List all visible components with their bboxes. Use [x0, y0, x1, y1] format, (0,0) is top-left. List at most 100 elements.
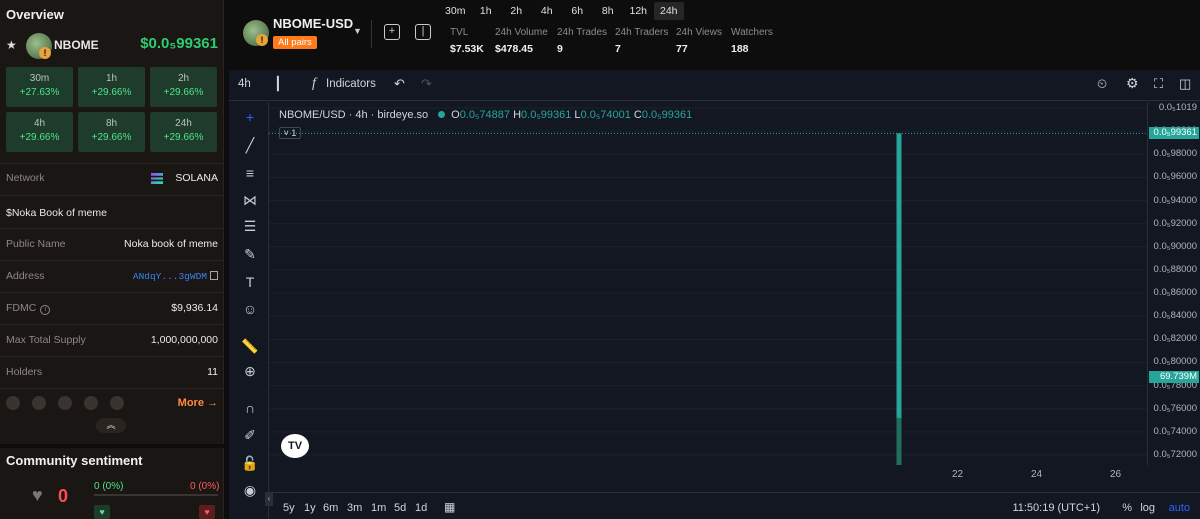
pitchfork-icon[interactable]: ⋈ — [241, 191, 259, 209]
add-chart-icon[interactable]: + — [384, 24, 400, 40]
chevron-down-icon[interactable]: ▼ — [353, 26, 362, 36]
price-change-box[interactable]: 4h +29.66% — [6, 112, 73, 152]
indicators-button[interactable]: Indicators — [326, 78, 376, 90]
chart-widget: 4h ┃ f Indicators ↶ ↷ ⏲ ⚙ ⛶ ◫ + ╱ ≡ ⋈ ☰ … — [229, 70, 1200, 519]
timeframe-option[interactable]: 4h — [532, 2, 563, 20]
price-tick-label: 0.0₅94000 — [1153, 194, 1197, 206]
ruler-icon[interactable]: 📏 — [241, 337, 259, 355]
network-label: Network — [6, 172, 45, 184]
bearish-vote-button[interactable]: ♥ — [199, 505, 215, 519]
bullish-vote-button[interactable]: ♥ — [94, 505, 110, 519]
trendline-icon[interactable]: ╱ — [241, 136, 259, 154]
fullscreen-icon[interactable]: ⛶ — [1154, 76, 1163, 92]
website-icon[interactable] — [6, 396, 20, 410]
price-change-value: +29.66% — [163, 132, 204, 143]
price-axis[interactable]: 0.0₅10190.0₅999990.0₅980000.0₅960000.0₅9… — [1147, 102, 1200, 465]
stat-views: 24h Views 77 — [676, 27, 722, 55]
price-change-box[interactable]: 1h +29.66% — [78, 67, 145, 107]
price-tick-label: 0.0₅80000 — [1153, 356, 1197, 368]
info-icon[interactable]: i — [40, 305, 51, 315]
eye-icon[interactable]: ◉ — [241, 481, 259, 499]
pair-name[interactable]: NBOME-USD — [273, 16, 353, 31]
range-button[interactable]: 5y — [283, 502, 295, 514]
token-price: $0.0₅99361 — [140, 35, 218, 52]
holders-row: Holders 11 — [6, 366, 218, 382]
address-link[interactable]: ANdqY...3gWDM — [133, 271, 207, 282]
price-plot[interactable] — [269, 102, 1147, 465]
price-change-box[interactable]: 2h +29.66% — [150, 67, 217, 107]
legend-low: 0.0₅74001 — [580, 109, 631, 121]
volume-tag: 69.739M — [1149, 370, 1199, 383]
range-button[interactable]: 6m — [323, 502, 338, 514]
stat-volume: 24h Volume $478.45 — [495, 27, 548, 55]
redo-icon[interactable]: ↷ — [421, 76, 432, 92]
overview-panel: Overview ★ ! NBOME $0.0₅99361 30m +27.63%… — [0, 0, 224, 519]
timeframe-option[interactable]: 12h — [623, 2, 654, 20]
indicator-toggle[interactable]: ˅ 1 — [279, 127, 301, 139]
stat-value: 9 — [557, 43, 563, 55]
address-row: Address ANdqY...3gWDM — [6, 270, 218, 286]
brush-icon[interactable]: ✎ — [241, 245, 259, 263]
price-change-box[interactable]: 24h +29.66% — [150, 112, 217, 152]
legend-h-label: H — [513, 109, 522, 121]
range-button[interactable]: 1m — [371, 502, 386, 514]
horizontal-lines-icon[interactable]: ≡ — [241, 164, 259, 182]
magnet-icon[interactable]: ∩ — [241, 399, 259, 417]
pair-logo: ! — [243, 20, 269, 46]
calendar-icon[interactable]: ▦ — [444, 500, 455, 514]
more-link[interactable]: More → — [178, 397, 218, 409]
telegram-icon[interactable] — [58, 396, 72, 410]
settings-gear-icon[interactable]: ⚙ — [1126, 75, 1139, 92]
log-toggle[interactable]: log — [1140, 502, 1155, 514]
range-button[interactable]: 3m — [347, 502, 362, 514]
copy-icon[interactable] — [210, 271, 218, 280]
range-button[interactable]: 1y — [304, 502, 316, 514]
price-tick-label: 0.0₅84000 — [1153, 310, 1197, 322]
lock-drawing-icon[interactable]: ✐ — [241, 426, 259, 444]
timeframe-option[interactable]: 1h — [471, 2, 502, 20]
time-axis[interactable]: 22 24 26 — [269, 465, 1147, 485]
undo-icon[interactable]: ↶ — [394, 76, 405, 92]
crosshair-icon[interactable]: + — [241, 108, 259, 126]
fdmc-value: $9,936.14 — [171, 302, 218, 314]
range-button[interactable]: 5d — [394, 502, 406, 514]
discord-icon[interactable] — [84, 396, 98, 410]
range-button[interactable]: 1d — [415, 502, 427, 514]
divider — [0, 260, 224, 261]
price-change-period: 1h — [105, 73, 118, 84]
fib-retracement-icon[interactable]: ☰ — [241, 217, 259, 235]
camera-icon[interactable]: ◫ — [1179, 76, 1191, 92]
description-row: $Noka Book of meme — [6, 207, 218, 223]
unlock-icon[interactable]: 🔓 — [241, 454, 259, 472]
collapse-button[interactable]: ︽ — [96, 418, 126, 433]
price-change-box[interactable]: 30m +27.63% — [6, 67, 73, 107]
price-tick-label: 0.0₅86000 — [1153, 287, 1197, 299]
candle-style-icon[interactable]: ┃ — [274, 76, 282, 92]
split-layout-icon[interactable]: | — [415, 24, 431, 40]
max-supply-label: Max Total Supply — [6, 334, 86, 346]
alert-icon[interactable]: ⏲ — [1097, 76, 1107, 92]
clock[interactable]: 11:50:19 (UTC+1) — [1012, 502, 1100, 514]
stat-tvl: TVL $7.53K — [450, 27, 484, 55]
text-icon[interactable]: T — [241, 273, 259, 291]
all-pairs-badge[interactable]: All pairs — [273, 36, 317, 49]
fdmc-row: FDMC i $9,936.14 — [6, 302, 218, 318]
twitter-icon[interactable] — [32, 396, 46, 410]
bullish-percent: 0 (0%) — [94, 481, 124, 492]
token-name: NBOME — [54, 38, 99, 52]
network-value: SOLANA — [175, 172, 218, 184]
auto-toggle[interactable]: auto — [1169, 502, 1190, 514]
percent-toggle[interactable]: % — [1122, 502, 1132, 514]
timeframe-option[interactable]: 2h — [501, 2, 532, 20]
smiley-icon[interactable]: ☺ — [241, 300, 259, 318]
interval-button[interactable]: 4h — [238, 78, 251, 90]
timeframe-option-active[interactable]: 24h — [653, 2, 684, 20]
zoom-in-icon[interactable]: ⊕ — [241, 362, 259, 380]
star-icon[interactable]: ★ — [6, 38, 17, 52]
price-change-box[interactable]: 8h +29.66% — [78, 112, 145, 152]
coingecko-icon[interactable] — [110, 396, 124, 410]
timeframe-option[interactable]: 30m — [440, 2, 471, 20]
tradingview-logo[interactable]: TV — [281, 434, 309, 458]
timeframe-option[interactable]: 6h — [562, 2, 593, 20]
timeframe-option[interactable]: 8h — [593, 2, 624, 20]
